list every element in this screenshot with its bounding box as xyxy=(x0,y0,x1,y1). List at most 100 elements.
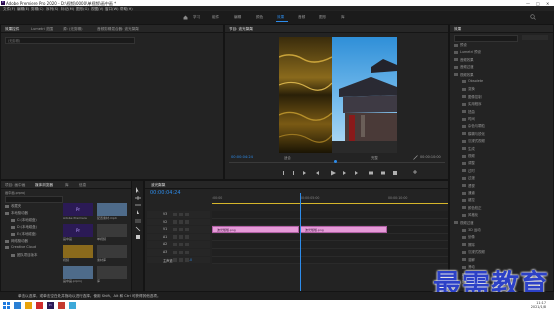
track-header[interactable]: V3 xyxy=(147,211,210,218)
media-folder-item[interactable]: 网络驱动器 xyxy=(5,238,28,243)
track-lane[interactable] xyxy=(212,256,448,265)
tab-effect-controls[interactable]: 效果控件 xyxy=(5,27,19,32)
effects-tree-item[interactable]: 生成 xyxy=(462,146,475,151)
effects-tree-item[interactable]: 沉浸式视频 xyxy=(462,138,485,143)
track-toggle-button[interactable] xyxy=(185,250,189,254)
effects-tree-item[interactable]: 沉浸式视频 xyxy=(462,249,485,254)
media-thumbnail[interactable]: Pr 画中画 xyxy=(63,224,93,243)
tab-media-browser[interactable]: 媒体浏览器 xyxy=(35,183,53,188)
media-folder-item[interactable]: 收藏夹 xyxy=(5,203,21,208)
effects-tree-item[interactable]: 透视 xyxy=(462,183,475,188)
taskbar-browser-icon[interactable] xyxy=(36,302,43,309)
effects-tree-item[interactable]: 过渡 xyxy=(462,175,475,180)
home-icon[interactable] xyxy=(183,15,188,20)
tab-program[interactable]: 节目: 波光粼粼 xyxy=(229,27,253,32)
effects-tree-item[interactable]: 擦除 xyxy=(462,242,475,247)
workspace-tab-effects[interactable]: 效果 xyxy=(277,15,284,20)
track-toggle-button[interactable] xyxy=(185,220,189,224)
tab-lumetri-scopes[interactable]: Lumetri 范围 xyxy=(31,27,53,32)
media-folder-item[interactable]: 本地驱动器 xyxy=(5,210,28,215)
track-toggle-button[interactable] xyxy=(173,212,177,216)
track-toggle-button[interactable] xyxy=(179,242,183,247)
tab-info[interactable]: 信息 xyxy=(79,183,86,188)
effects-search-input[interactable] xyxy=(454,35,518,42)
tab-audio-clip-mixer[interactable]: 音频剪辑混合器: 波光粼粼 xyxy=(97,27,139,32)
tab-libraries[interactable]: 库 xyxy=(65,183,69,188)
playback-resolution-dropdown[interactable]: 完整 xyxy=(371,155,378,160)
timeline-ruler[interactable]: :00:00 00:00:05:00 00:00:10:00 xyxy=(212,190,448,204)
tab-source[interactable]: 源: (无剪辑) xyxy=(63,27,83,32)
track-lane[interactable] xyxy=(212,211,448,219)
effects-filter-buttons[interactable] xyxy=(522,35,548,40)
media-folder-item[interactable]: E:(本地磁盘) xyxy=(11,231,37,236)
effects-tree-item[interactable]: 颜色校正 xyxy=(462,205,482,210)
track-toggle-button[interactable] xyxy=(179,258,183,262)
track-toggle-button[interactable] xyxy=(179,235,183,239)
maximize-button[interactable]: □ xyxy=(536,1,540,6)
track-header[interactable]: 主声道 0.0 xyxy=(147,256,210,264)
effects-tree-item[interactable]: 视频效果 xyxy=(454,72,474,77)
media-thumbnail[interactable]: 素材库 xyxy=(97,245,127,264)
program-timecode[interactable]: 00:00:04:24 xyxy=(231,155,253,159)
effects-tree-item[interactable]: 音频效果 xyxy=(454,57,474,62)
workspace-tab-audio[interactable]: 音频 xyxy=(298,15,305,20)
track-toggle-button[interactable] xyxy=(173,258,177,262)
track-toggle-button[interactable] xyxy=(173,235,177,239)
clip-selector[interactable]: (无剪辑) xyxy=(5,37,135,44)
effects-tree-item[interactable]: 预设 xyxy=(454,42,467,47)
track-header[interactable]: V2 xyxy=(147,218,210,226)
work-area-bar[interactable] xyxy=(212,203,448,204)
effects-tree-item[interactable]: 键控 xyxy=(462,197,475,202)
close-button[interactable]: ✕ xyxy=(546,1,549,6)
workspace-tab-libraries[interactable]: 库 xyxy=(341,15,345,20)
effects-tree-item[interactable]: 通道 xyxy=(462,190,475,195)
track-toggle-button[interactable] xyxy=(185,258,189,262)
track-lane[interactable] xyxy=(212,218,448,227)
track-toggle-button[interactable] xyxy=(179,227,183,232)
media-thumbnail[interactable]: Pr Adobe Premiere xyxy=(63,203,93,222)
zoom-fit-dropdown[interactable]: 适合 xyxy=(284,155,291,160)
track-header[interactable]: A1 xyxy=(147,233,210,241)
track-lane[interactable] xyxy=(212,249,448,257)
track-lane[interactable] xyxy=(212,233,448,242)
taskbar-premiere-icon[interactable]: Pr xyxy=(47,302,54,309)
track-header[interactable]: A2 xyxy=(147,241,210,248)
effects-tree-item[interactable]: 调整 xyxy=(462,160,475,165)
effects-tree-item[interactable]: 图像控制 xyxy=(462,94,482,99)
track-toggle-button[interactable] xyxy=(185,235,189,239)
track-toggle-button[interactable] xyxy=(173,250,177,254)
workspace-tab-assembly[interactable]: 组件 xyxy=(212,15,219,20)
tab-project[interactable]: 项目: 画中画 xyxy=(5,183,25,188)
program-playhead[interactable] xyxy=(334,160,337,163)
workspace-tab-editing[interactable]: 编辑 xyxy=(234,15,241,20)
track-toggle-button[interactable] xyxy=(173,227,177,232)
timeline-playhead[interactable] xyxy=(300,193,301,291)
taskbar-app-icon[interactable] xyxy=(14,302,21,309)
effects-tree-item[interactable]: 扭曲 xyxy=(462,109,475,114)
timeline-clip[interactable]: 波光粼粼.png xyxy=(300,226,387,233)
taskbar-folder-icon[interactable] xyxy=(25,302,32,309)
project-search-input[interactable] xyxy=(5,196,63,203)
effects-tree-item[interactable]: 变换 xyxy=(462,86,475,91)
taskbar-app2-icon[interactable] xyxy=(58,302,65,309)
taskbar-clock[interactable]: 11:17 2021/1/8 xyxy=(524,301,546,309)
effects-tree-item[interactable]: 视频过渡 xyxy=(454,220,474,225)
effects-tree-item[interactable]: 杂色与颗粒 xyxy=(462,123,485,128)
settings-wrench-icon[interactable] xyxy=(413,155,418,160)
media-thumbnail[interactable]: 画中画.prproj xyxy=(63,266,93,285)
timeline-timecode[interactable]: 00:00:04:24 xyxy=(150,190,181,196)
track-toggle-button[interactable] xyxy=(173,242,177,247)
workspace-tab-color[interactable]: 颜色 xyxy=(256,15,263,20)
effects-tree-item[interactable]: 过时 xyxy=(462,168,475,173)
media-thumbnail[interactable]: 配置素材.mp4 xyxy=(97,203,127,222)
track-toggle-button[interactable] xyxy=(185,227,189,232)
taskbar-app3-icon[interactable] xyxy=(69,302,76,309)
effects-tree-item[interactable]: 时间 xyxy=(462,116,475,121)
media-thumbnail[interactable]: 单视频 xyxy=(97,224,127,243)
effects-tree-item[interactable]: 模糊与锐化 xyxy=(462,131,485,136)
timeline-clip[interactable]: 波光粼粼.png xyxy=(212,226,299,233)
media-folder-item[interactable]: Creative Cloud xyxy=(5,245,36,249)
track-toggle-button[interactable] xyxy=(185,212,189,216)
track-lane[interactable] xyxy=(212,241,448,249)
track-header[interactable]: V1 xyxy=(147,226,210,233)
